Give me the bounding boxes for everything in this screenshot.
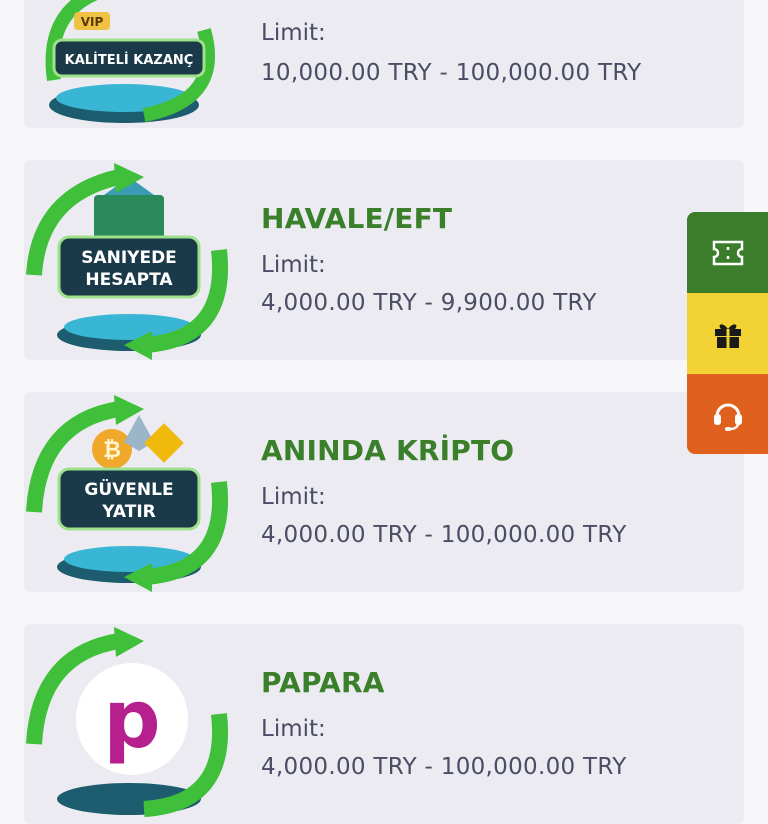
- payment-method-card[interactable]: p PAPARA Limit: 4,000.00 TRY - 100,000.0…: [24, 624, 744, 824]
- papara-logo-letter: p: [103, 673, 160, 766]
- headset-icon: [713, 403, 742, 431]
- limit-label: Limit:: [261, 20, 326, 46]
- method-title: ANINDA KRİPTO: [261, 434, 515, 467]
- gift-button[interactable]: [687, 293, 768, 374]
- payment-method-card[interactable]: SANIYEDE HESAPTA HAVALE/EFT Limit: 4,000…: [24, 160, 744, 360]
- method-title: PAPARA: [261, 666, 385, 699]
- method-badge-image: p: [24, 624, 234, 824]
- method-badge-image: VIP KALİTELİ KAZANÇ: [24, 0, 234, 128]
- ticket-icon: [712, 240, 743, 265]
- method-title: HAVALE/EFT: [261, 202, 453, 235]
- badge-text-line1: SANIYEDE: [81, 248, 177, 268]
- limit-value: 4,000.00 TRY - 100,000.00 TRY: [261, 522, 627, 548]
- limit-value: 4,000.00 TRY - 100,000.00 TRY: [261, 754, 627, 780]
- badge-text-line2: HESAPTA: [85, 270, 173, 290]
- badge-text: KALİTELİ KAZANÇ: [65, 52, 194, 68]
- svg-text:₿: ₿: [103, 438, 121, 463]
- limit-label: Limit:: [261, 716, 326, 742]
- payment-method-card[interactable]: ₿ GÜVENLE YATIR ANINDA KRİPTO Limit: 4,0…: [24, 392, 744, 592]
- limit-label: Limit:: [261, 252, 326, 278]
- ticket-button[interactable]: [687, 212, 768, 293]
- payment-method-card[interactable]: VIP KALİTELİ KAZANÇ Limit: 10,000.00 TRY…: [24, 0, 744, 128]
- method-badge-image: ₿ GÜVENLE YATIR: [24, 392, 234, 592]
- support-button[interactable]: [687, 374, 768, 454]
- method-badge-image: SANIYEDE HESAPTA: [24, 160, 234, 360]
- gift-icon: [714, 323, 741, 348]
- badge-text-line1: GÜVENLE: [84, 478, 173, 500]
- limit-value: 10,000.00 TRY - 100,000.00 TRY: [261, 60, 642, 86]
- side-action-bar: [687, 212, 768, 454]
- limit-label: Limit:: [261, 484, 326, 510]
- badge-vip-text: VIP: [81, 15, 104, 29]
- limit-value: 4,000.00 TRY - 9,900.00 TRY: [261, 290, 597, 316]
- badge-text-line2: YATIR: [101, 502, 156, 522]
